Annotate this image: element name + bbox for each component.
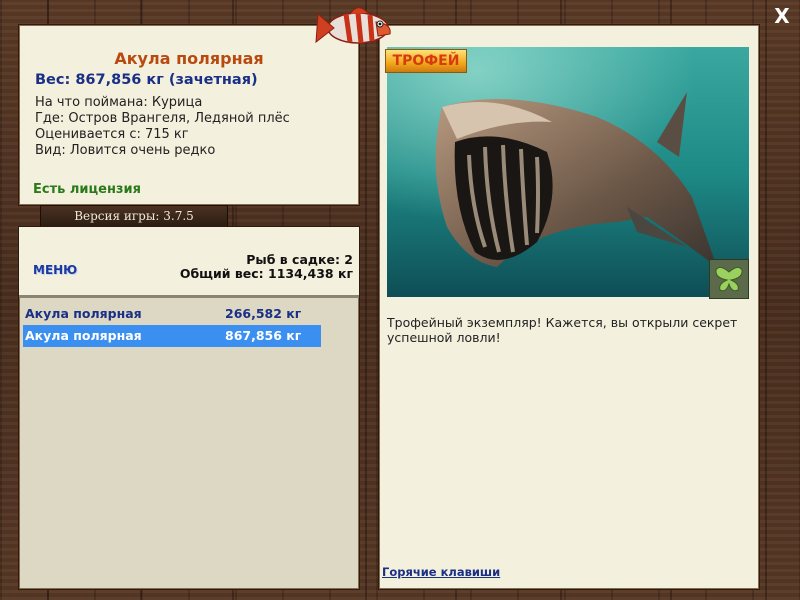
list-item-weight: 266,582 кг <box>225 306 302 321</box>
version-badge: Версия игры: 3.7.5 <box>40 205 228 228</box>
list-item-name: Акула полярная <box>25 306 142 321</box>
fish-weight: Вес: 867,856 кг (зачетная) <box>35 72 258 88</box>
close-icon[interactable]: X <box>770 4 794 28</box>
catch-count: Рыб в садке: 2 <box>246 252 353 267</box>
menu-button[interactable]: МЕНЮ <box>33 263 77 277</box>
hotkeys-link[interactable]: Горячие клавиши <box>382 565 500 579</box>
butterfly-icon[interactable] <box>709 259 749 299</box>
bait-info: На что поймана: Курица <box>35 95 203 110</box>
list-item[interactable]: Акула полярная 266,582 кг <box>23 303 321 325</box>
license-status: Есть лицензия <box>33 182 141 197</box>
catch-list-panel: МЕНЮ Рыб в садке: 2 Общий вес: 1134,438 … <box>18 226 360 590</box>
list-item-name: Акула полярная <box>25 328 142 343</box>
plank-seam <box>765 0 767 600</box>
list-item-weight: 867,856 кг <box>225 328 302 343</box>
value-info: Оценивается с: 715 кг <box>35 127 189 142</box>
fish-icon <box>315 7 391 44</box>
fish-detail-panel: ТРОФЕЙ Трофейный экземпляр! Кажется, вы … <box>378 24 760 590</box>
total-weight: Общий вес: 1134,438 кг <box>179 266 353 281</box>
list-header: МЕНЮ Рыб в садке: 2 Общий вес: 1134,438 … <box>19 227 359 295</box>
trophy-description: Трофейный экземпляр! Кажется, вы открыли… <box>387 315 738 345</box>
kind-info: Вид: Ловится очень редко <box>35 143 216 158</box>
plank-seam <box>365 0 367 600</box>
fish-photo <box>387 47 749 297</box>
location-info: Где: Остров Врангеля, Ледяной плёс <box>35 111 290 126</box>
list-item-selected[interactable]: Акула полярная 867,856 кг <box>23 325 321 347</box>
list-divider <box>19 295 359 298</box>
